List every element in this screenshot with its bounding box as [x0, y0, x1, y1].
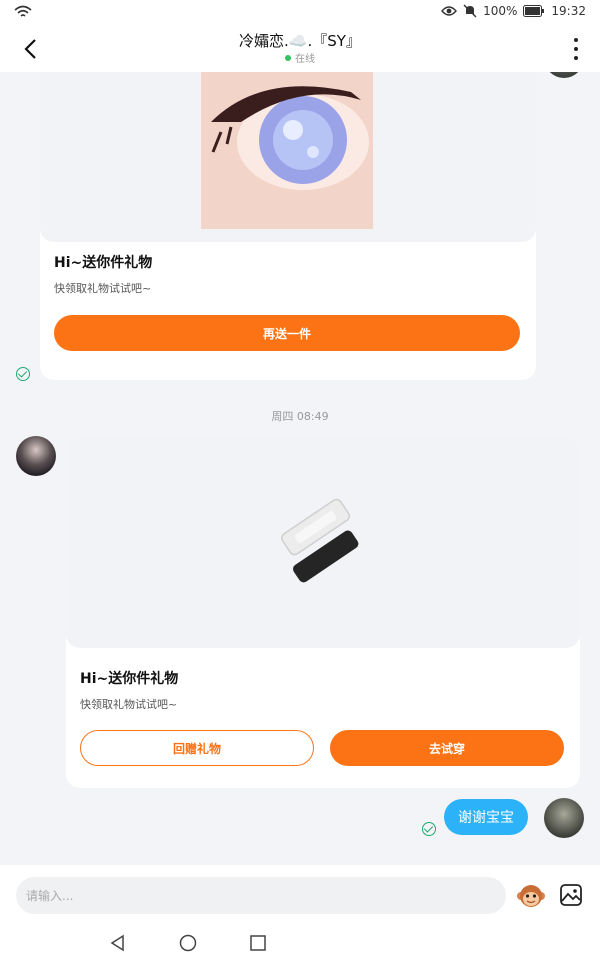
more-options-icon[interactable]	[566, 38, 586, 60]
gift-card-received[interactable]: Hi~送你件礼物 快领取礼物试试吧~ 回赠礼物 去试穿	[66, 436, 580, 788]
online-label: 在线	[295, 54, 315, 65]
gift-image	[40, 72, 536, 242]
gift-subtitle: 快领取礼物试试吧~	[54, 282, 152, 295]
eye-icon	[441, 6, 458, 16]
image-icon[interactable]	[560, 884, 582, 906]
my-avatar[interactable]	[544, 798, 584, 838]
clock: 19:32	[551, 4, 586, 18]
gift-title: Hi~送你件礼物	[80, 671, 179, 687]
try-on-button[interactable]: 去试穿	[330, 730, 564, 766]
read-check-icon	[16, 367, 30, 381]
eye-gift-image	[201, 72, 373, 229]
nav-back-icon[interactable]	[108, 933, 128, 953]
input-bar	[0, 865, 600, 925]
online-status: 在线	[0, 50, 600, 65]
nav-recents-icon[interactable]	[248, 933, 268, 953]
gift-title: Hi~送你件礼物	[54, 255, 153, 271]
message-input[interactable]	[16, 877, 506, 914]
hairclip-gift-image	[281, 498, 359, 583]
message-bubble[interactable]: 谢谢宝宝	[444, 799, 528, 835]
gift-card-sent[interactable]: Hi~送你件礼物 快领取礼物试试吧~ 再送一件	[40, 72, 536, 380]
mute-bell-icon	[463, 4, 477, 18]
message-timestamp: 周四 08:49	[271, 410, 329, 423]
online-dot-icon	[285, 55, 291, 61]
my-avatar[interactable]	[544, 72, 584, 78]
chat-header: 冷孀恋.☁️.『SY』 在线	[0, 26, 600, 72]
emoji-monkey-icon[interactable]	[516, 881, 546, 911]
wifi-icon	[14, 5, 32, 17]
return-gift-button[interactable]: 回赠礼物	[80, 730, 314, 766]
status-bar: 100% 19:32	[0, 0, 600, 26]
system-nav-bar	[0, 925, 600, 960]
contact-name: 冷孀恋.☁️.『SY』	[239, 32, 361, 50]
battery-percent: 100%	[483, 4, 518, 18]
contact-avatar[interactable]	[16, 436, 56, 476]
chat-area[interactable]: Hi~送你件礼物 快领取礼物试试吧~ 再送一件 周四 08:49 Hi~送你件礼…	[0, 72, 600, 865]
gift-subtitle: 快领取礼物试试吧~	[80, 698, 178, 711]
nav-home-icon[interactable]	[178, 933, 198, 953]
gift-image	[66, 436, 580, 648]
send-another-button[interactable]: 再送一件	[54, 315, 520, 351]
read-check-icon	[422, 822, 436, 836]
battery-icon	[523, 5, 545, 17]
